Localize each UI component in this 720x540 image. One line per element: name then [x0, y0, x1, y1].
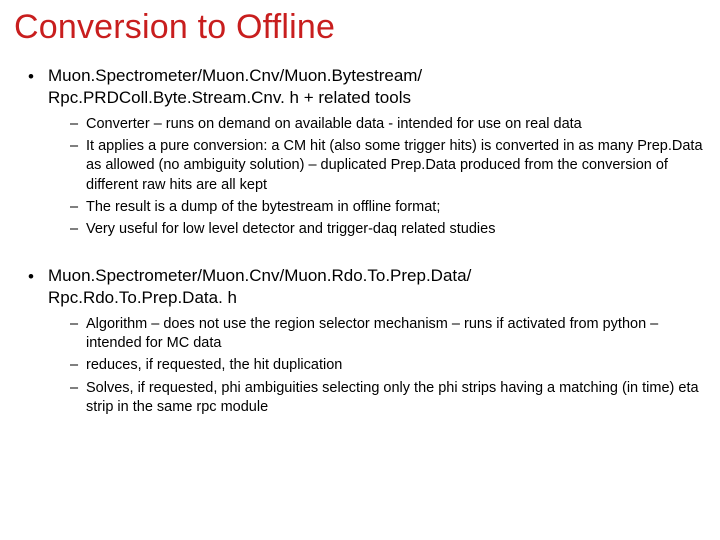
- section-2: • Muon.Spectrometer/Muon.Cnv/Muon.Rdo.To…: [14, 265, 706, 417]
- list-item: – Solves, if requested, phi ambiguities …: [14, 379, 706, 417]
- heading-line: Muon.Spectrometer/Muon.Cnv/Muon.Rdo.To.P…: [48, 266, 471, 285]
- item-text: Solves, if requested, phi ambiguities se…: [86, 380, 699, 415]
- dash-icon: –: [70, 115, 78, 134]
- item-text: Algorithm – does not use the region sele…: [86, 316, 658, 351]
- item-text: Very useful for low level detector and t…: [86, 221, 495, 237]
- list-item: – It applies a pure conversion: a CM hit…: [14, 137, 706, 194]
- list-item: – Algorithm – does not use the region se…: [14, 315, 706, 353]
- heading-line: Rpc.PRDColl.Byte.Stream.Cnv. h + related…: [48, 88, 411, 107]
- dash-icon: –: [70, 220, 78, 239]
- heading-line: Muon.Spectrometer/Muon.Cnv/Muon.Bytestre…: [48, 66, 422, 85]
- item-text: It applies a pure conversion: a CM hit (…: [86, 138, 703, 192]
- slide-title: Conversion to Offline: [14, 8, 706, 47]
- section-1-heading: • Muon.Spectrometer/Muon.Cnv/Muon.Bytest…: [14, 65, 706, 109]
- item-text: The result is a dump of the bytestream i…: [86, 199, 440, 215]
- dash-icon: –: [70, 356, 78, 375]
- dash-icon: –: [70, 315, 78, 334]
- bullet-icon: •: [28, 266, 34, 288]
- dash-icon: –: [70, 137, 78, 156]
- heading-line: Rpc.Rdo.To.Prep.Data. h: [48, 288, 237, 307]
- list-item: – Converter – runs on demand on availabl…: [14, 115, 706, 134]
- list-item: – reduces, if requested, the hit duplica…: [14, 356, 706, 375]
- list-item: – The result is a dump of the bytestream…: [14, 198, 706, 217]
- list-item: – Very useful for low level detector and…: [14, 220, 706, 239]
- dash-icon: –: [70, 379, 78, 398]
- bullet-icon: •: [28, 66, 34, 88]
- item-text: Converter – runs on demand on available …: [86, 116, 582, 132]
- section-1: • Muon.Spectrometer/Muon.Cnv/Muon.Bytest…: [14, 65, 706, 239]
- section-2-heading: • Muon.Spectrometer/Muon.Cnv/Muon.Rdo.To…: [14, 265, 706, 309]
- dash-icon: –: [70, 198, 78, 217]
- item-text: reduces, if requested, the hit duplicati…: [86, 357, 342, 373]
